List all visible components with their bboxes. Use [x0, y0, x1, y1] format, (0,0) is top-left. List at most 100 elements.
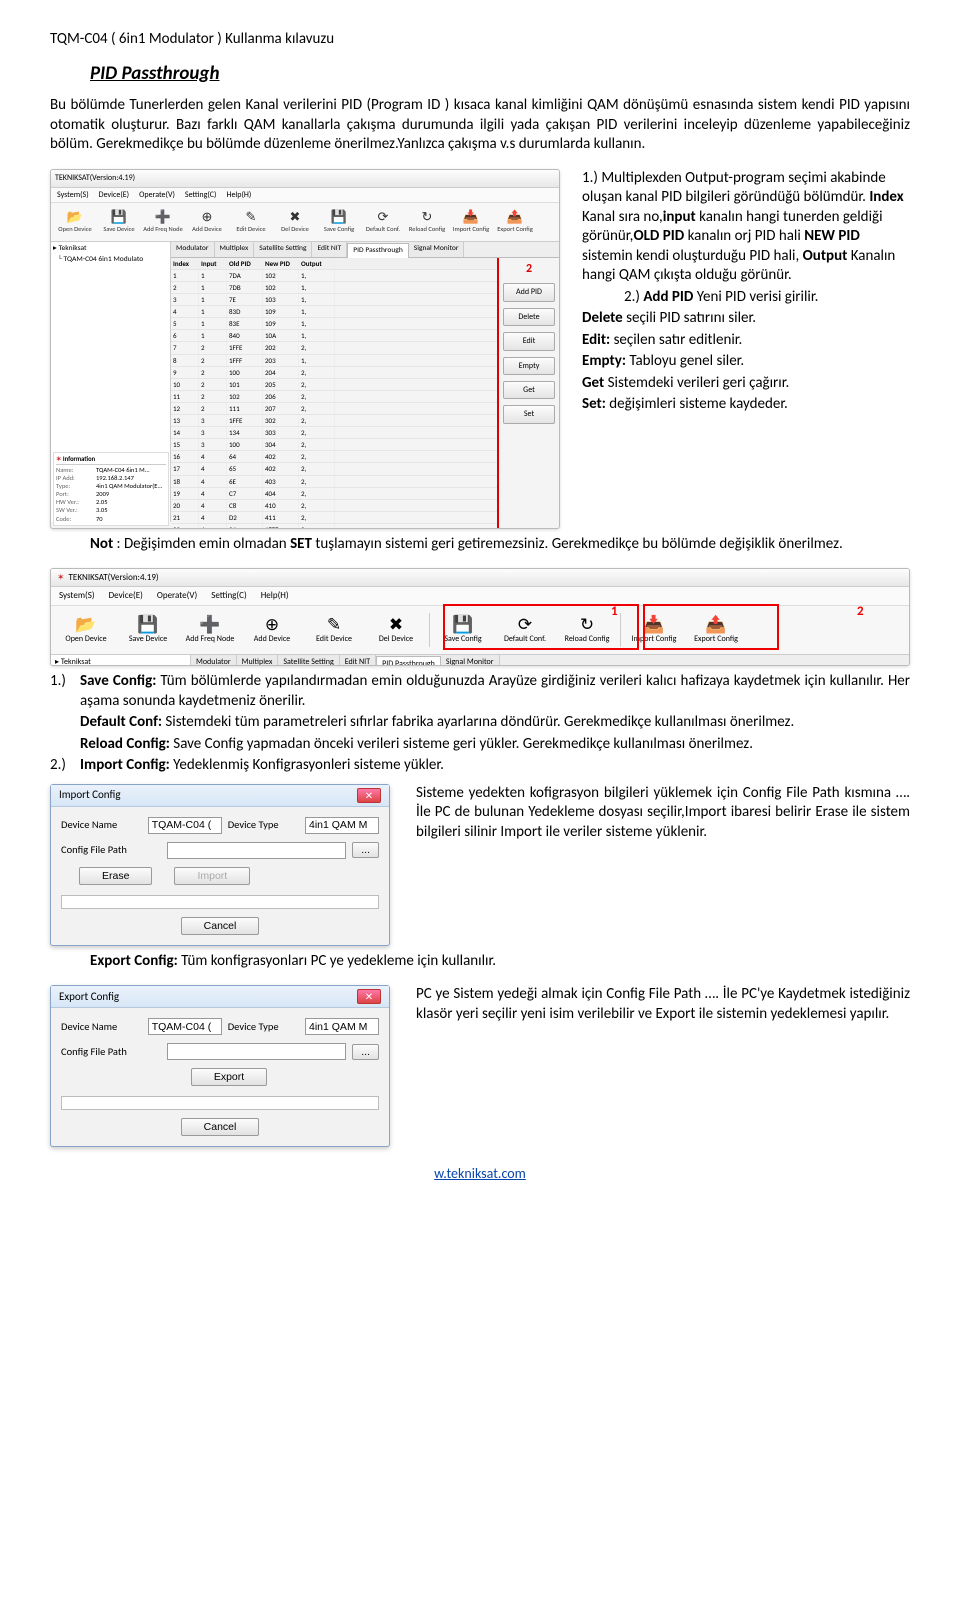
menu-item[interactable]: Device(E) — [99, 190, 129, 200]
import-config-button[interactable]: 📥Import Config — [450, 205, 492, 239]
import-button[interactable]: Import — [174, 867, 250, 885]
doc-header: TQM-C04 ( 6in1 Modulator ) Kullanma kıla… — [50, 30, 910, 50]
tab-satellite-setting[interactable]: Satellite Setting — [278, 655, 339, 666]
menu-item[interactable]: Operate(V) — [139, 190, 175, 200]
table-row[interactable]: 1531003042, — [171, 439, 497, 451]
add-device-button[interactable]: ⊕Add Device — [241, 609, 303, 651]
device-name-field[interactable] — [148, 1018, 222, 1035]
edit-device-button[interactable]: ✎Edit Device — [303, 609, 365, 651]
table-row[interactable]: 204C84102, — [171, 500, 497, 512]
del-device-button[interactable]: ✖Del Device — [365, 609, 427, 651]
reload-config-button[interactable]: ↻Reload Config — [556, 609, 618, 651]
table-row[interactable]: 1846E4032, — [171, 476, 497, 488]
add-freq-button[interactable]: ➕Add Freq Node — [142, 205, 184, 239]
cancel-button[interactable]: Cancel — [181, 1118, 260, 1136]
device-tree[interactable]: ▸ Tekniksat └ TQAM-C04 6in1 Modulato — [51, 655, 191, 666]
device-type-field[interactable] — [305, 1018, 379, 1035]
save-config-button[interactable]: 💾Save Config — [318, 205, 360, 239]
default-conf-button[interactable]: ⟳Default Conf. — [362, 205, 404, 239]
table-row[interactable]: 317E1031, — [171, 294, 497, 306]
config-path-field[interactable] — [167, 842, 346, 859]
menu-item[interactable]: Setting(C) — [185, 190, 217, 200]
tab-edit-nit[interactable]: Edit NIT — [312, 242, 347, 257]
open-device-button[interactable]: 📂Open Device — [54, 205, 96, 239]
open-device-button[interactable]: 📂Open Device — [55, 609, 117, 651]
table-row[interactable]: 117DA1021, — [171, 270, 497, 282]
empty-button[interactable]: Empty — [503, 357, 555, 375]
add-freq-button[interactable]: ➕Add Freq Node — [179, 609, 241, 651]
add-pid-button[interactable]: Add PID — [503, 283, 555, 301]
toolbar-label: Add Freq Node — [186, 634, 235, 644]
menu-item[interactable]: Setting(C) — [211, 590, 247, 602]
tab-modulator[interactable]: Modulator — [171, 242, 215, 257]
toolbar-label: Add Device — [192, 225, 222, 233]
table-row[interactable]: 1221112072, — [171, 403, 497, 415]
delete-button[interactable]: Delete — [503, 308, 555, 326]
toolbar-icon: ✖ — [290, 211, 301, 224]
add-device-button[interactable]: ⊕Add Device — [186, 205, 228, 239]
toolbar-icon: 📤 — [705, 616, 726, 633]
browse-button[interactable]: ... — [352, 842, 379, 858]
footer-link[interactable]: w.tekniksat.com — [50, 1165, 910, 1183]
del-device-button[interactable]: ✖Del Device — [274, 205, 316, 239]
tab-satellite-setting[interactable]: Satellite Setting — [254, 242, 312, 257]
table-row[interactable]: 164644022, — [171, 451, 497, 463]
edit-button[interactable]: Edit — [503, 332, 555, 350]
save-device-button[interactable]: 💾Save Device — [98, 205, 140, 239]
config-path-label: Config File Path — [61, 843, 161, 857]
table-row[interactable]: 194C74042, — [171, 488, 497, 500]
table-row[interactable]: 224241FFE2, — [171, 524, 497, 529]
tree-child[interactable]: TQAM-C04 6in1 Modulato — [64, 255, 144, 264]
config-path-field[interactable] — [167, 1043, 346, 1060]
device-name-field[interactable] — [148, 817, 222, 834]
save-config-button[interactable]: 💾Save Config — [432, 609, 494, 651]
reload-config-button[interactable]: ↻Reload Config — [406, 205, 448, 239]
browse-button[interactable]: ... — [352, 1044, 379, 1060]
menu-item[interactable]: Help(H) — [261, 590, 289, 602]
table-row[interactable]: 1331FFE3022, — [171, 415, 497, 427]
table-row[interactable]: 1121022062, — [171, 391, 497, 403]
tab-signal-monitor[interactable]: Signal Monitor — [409, 242, 465, 257]
export-button[interactable]: Export — [191, 1068, 267, 1086]
table-row[interactable]: 4183D1091, — [171, 306, 497, 318]
table-row[interactable]: 1021012052, — [171, 379, 497, 391]
table-row[interactable]: 217DB1021, — [171, 282, 497, 294]
close-icon[interactable]: ✕ — [357, 989, 381, 1004]
tab-pid-passthrough[interactable]: PID Passthrough — [376, 656, 441, 666]
erase-button[interactable]: Erase — [79, 867, 152, 885]
tab-signal-monitor[interactable]: Signal Monitor — [441, 655, 500, 666]
export-config-button[interactable]: 📤Export Config — [494, 205, 536, 239]
get-button[interactable]: Get — [503, 381, 555, 399]
export-config-button[interactable]: 📤Export Config — [685, 609, 747, 651]
table-row[interactable]: 1431343032, — [171, 427, 497, 439]
default-conf-button[interactable]: ⟳Default Conf. — [494, 609, 556, 651]
tab-edit-nit[interactable]: Edit NIT — [340, 655, 376, 666]
toolbar-label: Edit Device — [236, 225, 265, 233]
set-button[interactable]: Set — [503, 405, 555, 423]
menu-item[interactable]: System(S) — [59, 590, 95, 602]
save-device-button[interactable]: 💾Save Device — [117, 609, 179, 651]
tab-multiplex[interactable]: Multiplex — [215, 242, 255, 257]
table-row[interactable]: 721FFE2022, — [171, 342, 497, 354]
table-row[interactable]: 921002042, — [171, 367, 497, 379]
menu-item[interactable]: Help(H) — [226, 190, 251, 200]
close-icon[interactable]: ✕ — [357, 788, 381, 803]
import-config-button[interactable]: 📥Import Config — [623, 609, 685, 651]
edit-device-button[interactable]: ✎Edit Device — [230, 205, 272, 239]
table-row[interactable]: 214D24112, — [171, 512, 497, 524]
menu-item[interactable]: System(S) — [57, 190, 89, 200]
cancel-button[interactable]: Cancel — [181, 917, 260, 935]
table-row[interactable]: 174654022, — [171, 463, 497, 475]
menu-item[interactable]: Operate(V) — [157, 590, 197, 602]
table-row[interactable]: 821FFF2031, — [171, 355, 497, 367]
tab-modulator[interactable]: Modulator — [191, 655, 237, 666]
menu-item[interactable]: Device(E) — [109, 590, 143, 602]
tab-pid-passthrough[interactable]: PID Passthrough — [347, 243, 408, 258]
toolbar-icon: ✖ — [389, 616, 403, 633]
table-row[interactable]: 5183E1091, — [171, 318, 497, 330]
device-type-field[interactable] — [305, 817, 379, 834]
toolbar-icon: ✎ — [246, 211, 257, 224]
pid-table[interactable]: IndexInputOld PIDNew PIDOutput117DA1021,… — [171, 258, 497, 529]
tab-multiplex[interactable]: Multiplex — [237, 655, 279, 666]
table-row[interactable]: 6184010A1, — [171, 330, 497, 342]
